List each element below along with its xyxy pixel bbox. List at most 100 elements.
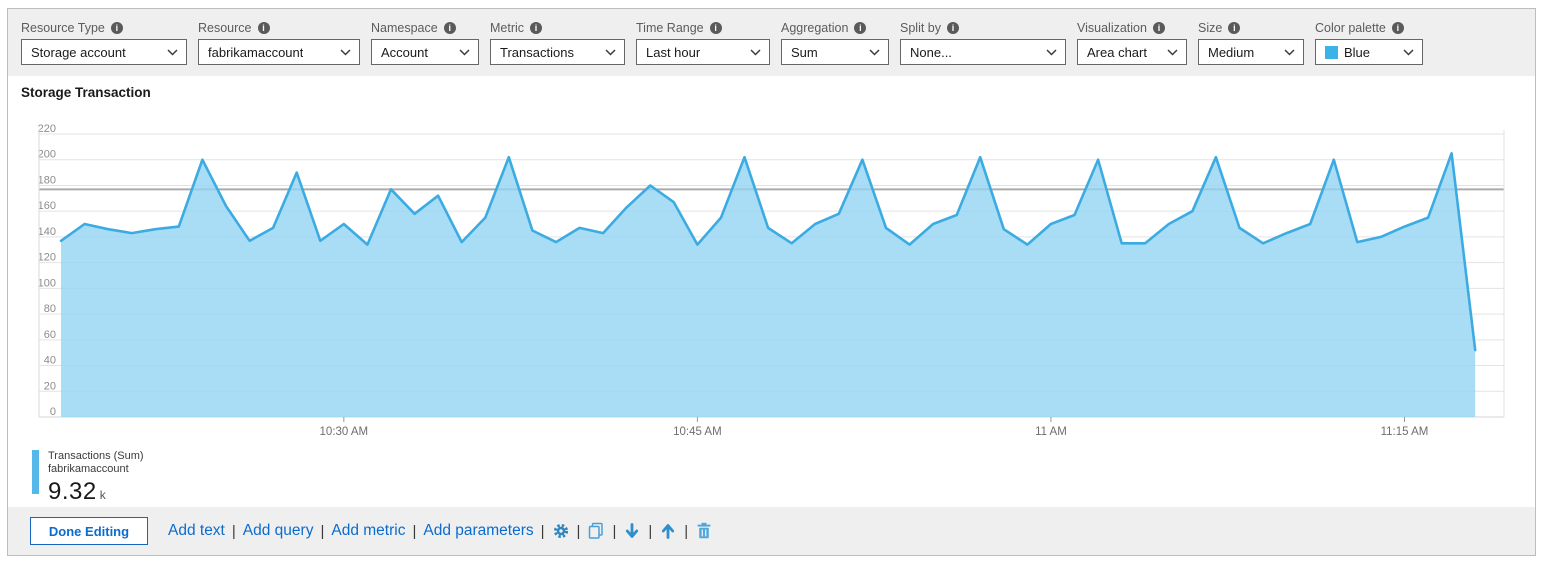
metrics-widget-panel: Resource Type i Storage account Resource i fa… bbox=[7, 8, 1536, 556]
svg-text:11 AM: 11 AM bbox=[1035, 426, 1067, 438]
chevron-down-icon bbox=[459, 48, 470, 56]
filter-aggregation: Aggregation i Sum bbox=[781, 19, 889, 65]
done-editing-button[interactable]: Done Editing bbox=[30, 517, 148, 545]
chevron-down-icon bbox=[167, 48, 178, 56]
filter-dropdown-namespace[interactable]: Account bbox=[371, 39, 479, 65]
footer-link-add-metric[interactable]: Add metric bbox=[331, 522, 405, 540]
info-icon[interactable]: i bbox=[1152, 21, 1165, 34]
footer-link-add-text[interactable]: Add text bbox=[168, 522, 225, 540]
svg-text:40: 40 bbox=[44, 355, 56, 367]
info-icon[interactable]: i bbox=[257, 21, 270, 34]
filter-dropdown-resource-type[interactable]: Storage account bbox=[21, 39, 187, 65]
filter-dropdown-split-by[interactable]: None... bbox=[900, 39, 1066, 65]
filter-resource-type: Resource Type i Storage account bbox=[21, 19, 187, 65]
svg-text:11:15 AM: 11:15 AM bbox=[1381, 426, 1429, 438]
filter-color-palette: Color palette i Blue bbox=[1315, 19, 1423, 65]
info-icon[interactable]: i bbox=[854, 21, 867, 34]
filter-label-text: Split by bbox=[900, 20, 941, 35]
delete-icon[interactable] bbox=[695, 522, 713, 540]
filter-dropdown-time-range[interactable]: Last hour bbox=[636, 39, 770, 65]
chevron-down-icon bbox=[340, 48, 351, 56]
filter-label-visualization: Visualization i bbox=[1077, 19, 1187, 36]
filter-selected-value-wrap: Storage account bbox=[31, 45, 126, 60]
filter-selected-value-wrap: Area chart bbox=[1087, 45, 1147, 60]
svg-text:100: 100 bbox=[38, 277, 56, 289]
filter-selected-value: Medium bbox=[1208, 44, 1255, 60]
svg-text:140: 140 bbox=[38, 226, 56, 238]
chevron-down-icon bbox=[869, 48, 880, 56]
move-up-icon[interactable] bbox=[659, 522, 677, 540]
filter-dropdown-size[interactable]: Medium bbox=[1198, 39, 1304, 65]
info-icon[interactable]: i bbox=[443, 21, 456, 34]
svg-text:120: 120 bbox=[38, 252, 56, 264]
filter-selected-value: None... bbox=[910, 44, 952, 60]
separator: | bbox=[540, 522, 545, 540]
footer-link-add-parameters[interactable]: Add parameters bbox=[423, 522, 533, 540]
editing-toolbar: Done Editing Add text | Add query | Add metr… bbox=[8, 507, 1535, 555]
footer-link-add-query[interactable]: Add query bbox=[243, 522, 314, 540]
svg-text:0: 0 bbox=[50, 406, 56, 418]
filter-selected-value: Area chart bbox=[1087, 44, 1147, 60]
filter-selected-value-wrap: Last hour bbox=[646, 45, 700, 60]
legend-color-bar bbox=[32, 450, 39, 494]
filter-dropdown-aggregation[interactable]: Sum bbox=[781, 39, 889, 65]
filter-label-text: Namespace bbox=[371, 20, 438, 35]
filter-label-text: Resource bbox=[198, 20, 252, 35]
separator: | bbox=[612, 522, 617, 540]
info-icon[interactable]: i bbox=[709, 21, 722, 34]
filter-selected-value-wrap: Account bbox=[381, 45, 428, 60]
filter-label-text: Resource Type bbox=[21, 20, 105, 35]
filter-selected-value: Last hour bbox=[646, 44, 701, 60]
svg-text:60: 60 bbox=[44, 329, 56, 341]
copy-icon[interactable] bbox=[587, 522, 605, 540]
filter-selected-value-wrap: None... bbox=[910, 45, 952, 60]
chart-legend[interactable]: Transactions (Sum) fabrikamaccount 9.32 k bbox=[32, 450, 1535, 506]
separator: | bbox=[576, 522, 581, 540]
settings-icon[interactable] bbox=[552, 522, 570, 540]
filter-size: Size i Medium bbox=[1198, 19, 1304, 65]
filter-selected-value: Transactions bbox=[500, 44, 574, 60]
info-icon[interactable]: i bbox=[947, 21, 959, 34]
move-down-icon[interactable] bbox=[623, 522, 641, 540]
filter-selected-value: fabrikamaccount bbox=[208, 44, 304, 60]
filter-split-by: Split by i None... bbox=[900, 19, 1066, 65]
info-icon[interactable]: i bbox=[110, 21, 123, 34]
chevron-down-icon bbox=[1046, 48, 1057, 56]
filter-dropdown-color-palette[interactable]: Blue bbox=[1315, 39, 1423, 65]
filter-selected-value: Blue bbox=[1344, 44, 1371, 60]
filter-dropdown-metric[interactable]: Transactions bbox=[490, 39, 625, 65]
legend-resource-name: fabrikamaccount bbox=[48, 463, 129, 475]
filter-time-range: Time Range i Last hour bbox=[636, 19, 770, 65]
filter-label-color-palette: Color palette i bbox=[1315, 19, 1423, 36]
info-icon[interactable]: i bbox=[1228, 21, 1241, 34]
chart-title: Storage Transaction bbox=[21, 85, 151, 100]
chevron-down-icon bbox=[1284, 48, 1295, 56]
filter-selected-value-wrap: Transactions bbox=[500, 45, 574, 60]
filter-label-text: Aggregation bbox=[781, 20, 849, 35]
chevron-down-icon bbox=[750, 48, 761, 56]
filter-label-text: Color palette bbox=[1315, 20, 1386, 35]
separator: | bbox=[648, 522, 653, 540]
info-icon[interactable]: i bbox=[1391, 21, 1404, 34]
svg-text:20: 20 bbox=[44, 380, 56, 392]
filter-dropdown-resource[interactable]: fabrikamaccount bbox=[198, 39, 360, 65]
legend-series-name: Transactions (Sum) bbox=[48, 450, 144, 462]
filter-selected-value: Account bbox=[381, 44, 428, 60]
chevron-down-icon bbox=[1167, 48, 1178, 56]
separator: | bbox=[231, 522, 236, 540]
filter-label-time-range: Time Range i bbox=[636, 19, 770, 36]
filter-visualization: Visualization i Area chart bbox=[1077, 19, 1187, 65]
filter-selected-value-wrap: Blue bbox=[1325, 45, 1370, 60]
svg-text:160: 160 bbox=[38, 200, 56, 212]
filter-label-resource: Resource i bbox=[198, 19, 360, 36]
svg-text:200: 200 bbox=[38, 149, 56, 161]
chevron-down-icon bbox=[605, 48, 616, 56]
color-swatch-icon bbox=[1325, 45, 1338, 59]
filter-label-aggregation: Aggregation i bbox=[781, 19, 889, 36]
svg-text:80: 80 bbox=[44, 303, 56, 315]
filter-dropdown-visualization[interactable]: Area chart bbox=[1077, 39, 1187, 65]
separator: | bbox=[684, 522, 689, 540]
svg-text:10:45 AM: 10:45 AM bbox=[673, 426, 722, 438]
transactions-chart[interactable]: 0 20 40 60 80 100 120 140 160 180 200 220 10:30 AM 10… bbox=[8, 120, 1529, 442]
info-icon[interactable]: i bbox=[530, 21, 543, 34]
